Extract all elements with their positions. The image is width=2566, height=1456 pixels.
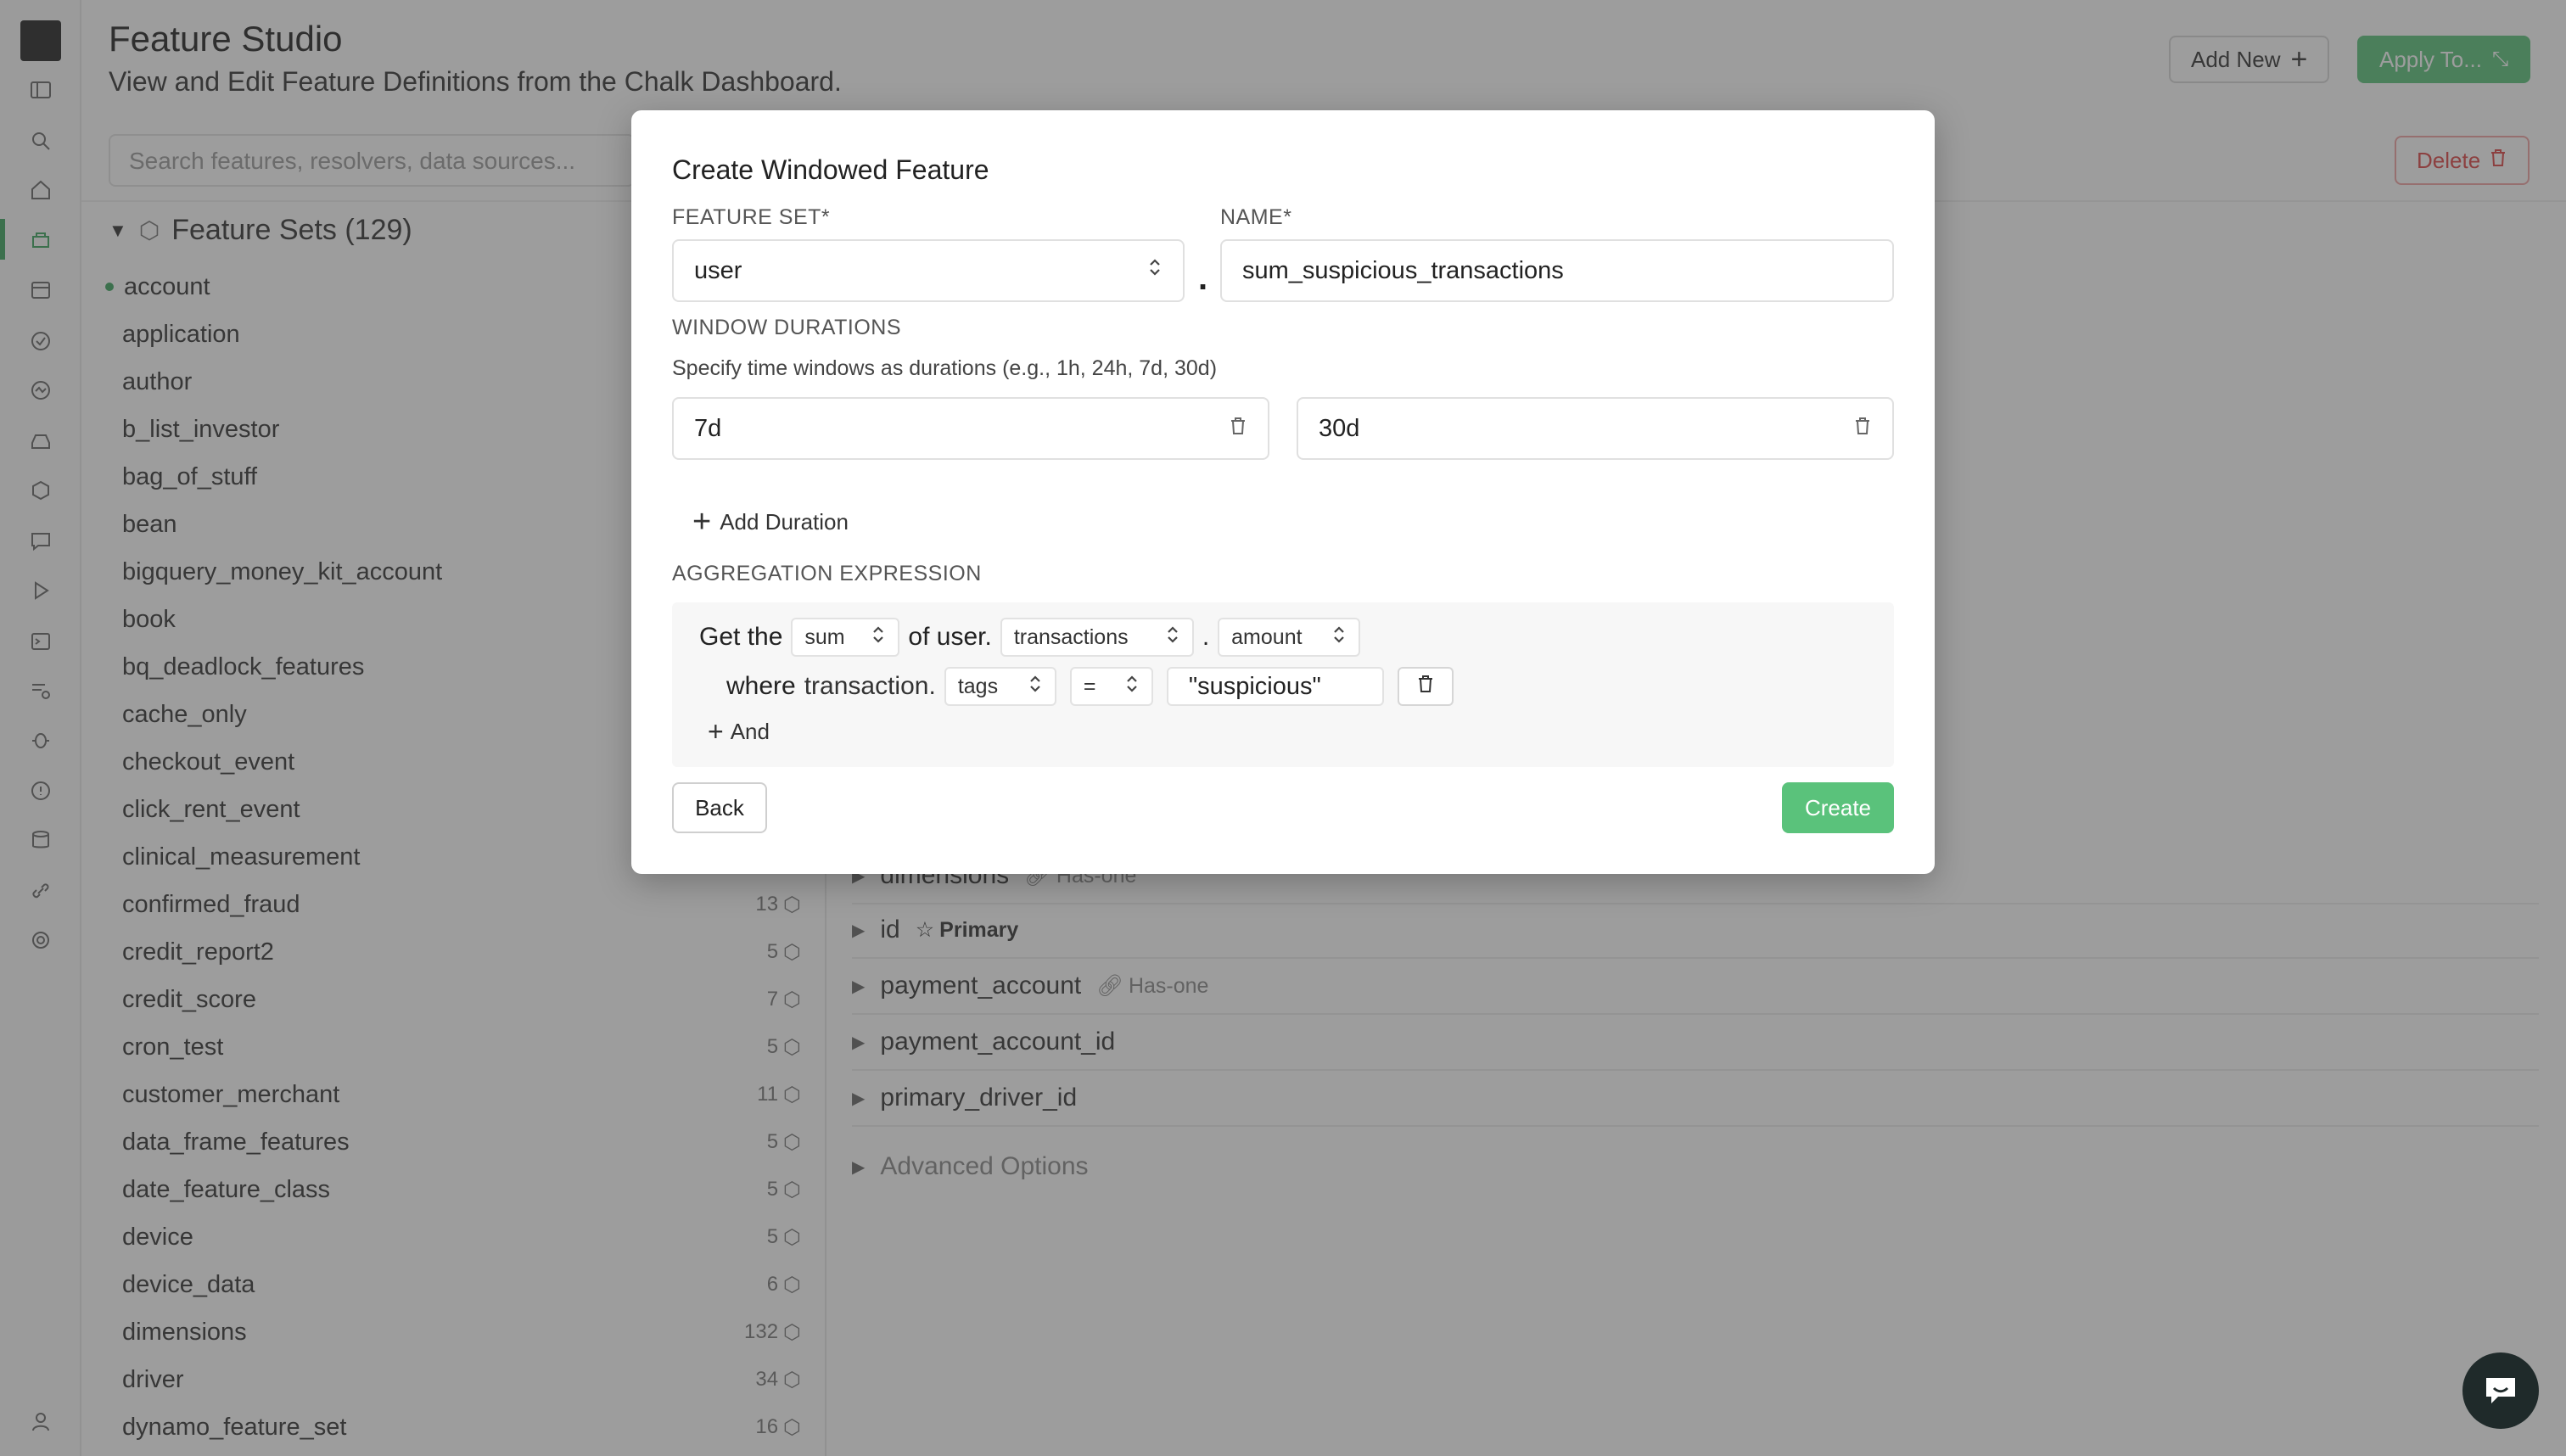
duration-value-1: 7d [694,414,722,442]
aggregation-line-1: Get the sum of user. transactions . amou… [699,618,1361,657]
chevron-updown-icon [871,624,886,652]
chevron-updown-icon [1331,624,1347,652]
window-durations-help: Specify time windows as durations (e.g.,… [672,356,1218,380]
field-value: amount [1231,624,1303,649]
of-user-text: of user. [908,623,992,651]
chat-widget-button[interactable] [2462,1352,2539,1429]
chat-bubble-icon [2486,1378,2515,1403]
chevron-updown-icon [1028,673,1043,701]
chevron-updown-icon [1147,256,1163,285]
back-button[interactable]: Back [672,782,767,833]
relation-select[interactable]: transactions [1000,618,1194,657]
feature-set-label: FEATURE SET* [672,205,831,229]
window-durations-label: WINDOW DURATIONS [672,316,902,339]
chevron-updown-icon [1165,624,1180,652]
add-duration-button[interactable]: + Add Duration [692,506,849,538]
create-windowed-feature-modal: Create Windowed Feature FEATURE SET* NAM… [631,110,1935,874]
name-input[interactable]: sum_suspicious_transactions [1220,239,1894,302]
plus-icon: + [692,504,712,540]
trash-icon[interactable] [1229,415,1247,443]
add-duration-label: Add Duration [720,508,849,535]
operator-select[interactable]: = [1069,667,1153,706]
relation-value: transactions [1013,624,1129,649]
duration-value-2: 30d [1319,414,1360,442]
trash-icon [1416,672,1435,701]
filter-field-select[interactable]: tags [944,667,1056,706]
plus-icon: + [708,716,724,747]
aggregation-function-select[interactable]: sum [791,618,900,657]
field-select[interactable]: amount [1218,618,1361,657]
get-the-text: Get the [699,623,783,651]
modal-title: Create Windowed Feature [672,154,989,185]
remove-condition-button[interactable] [1397,667,1454,706]
dot-separator: . [1198,260,1208,297]
aggregation-function-value: sum [804,624,845,649]
add-and-condition-button[interactable]: + And [708,718,770,745]
where-text: where [726,672,796,700]
and-label: And [730,718,770,744]
filter-field-value: tags [957,674,999,698]
create-button[interactable]: Create [1782,782,1894,833]
feature-set-value: user [694,256,742,284]
trash-icon[interactable] [1853,415,1872,443]
aggregation-expression-label: AGGREGATION EXPRESSION [672,562,982,585]
transaction-text: transaction. [804,672,936,700]
dot-text: . [1202,623,1210,651]
duration-input-1[interactable]: 7d [672,397,1269,460]
filter-value-input[interactable]: "suspicious" [1166,667,1384,706]
duration-input-2[interactable]: 30d [1297,397,1894,460]
feature-set-select[interactable]: user [672,239,1185,302]
chevron-updown-icon [1124,673,1140,701]
operator-value: = [1083,674,1096,698]
aggregation-line-2: where transaction. tags = "suspicious" [726,667,1454,706]
name-label: NAME* [1220,205,1292,229]
